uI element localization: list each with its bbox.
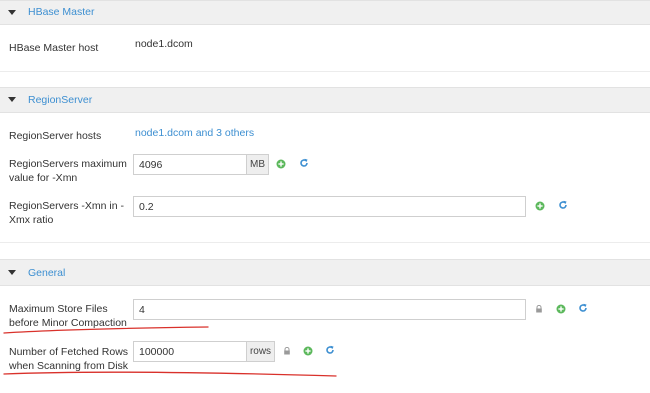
fetched-rows-unit-addon: rows xyxy=(247,341,275,362)
hbase-master-host-label: HBase Master host xyxy=(9,42,99,54)
lock-icon xyxy=(536,305,542,313)
hbase-master-header[interactable]: HBase Master xyxy=(0,0,650,25)
plus-circle-icon[interactable] xyxy=(535,201,545,211)
plus-circle-icon[interactable] xyxy=(303,346,313,356)
hbase-master-title: HBase Master xyxy=(28,6,95,18)
regionserver-xmn-label: RegionServers maximum value for -Xmn xyxy=(9,157,127,185)
label-line: RegionServers -Xmn in - xyxy=(9,200,124,212)
general-header[interactable]: General xyxy=(0,259,650,286)
divider xyxy=(0,242,650,243)
label-line: Maximum Store Files xyxy=(9,303,108,315)
regionserver-title: RegionServer xyxy=(28,94,93,106)
undo-icon[interactable] xyxy=(299,158,309,168)
divider xyxy=(0,71,650,72)
caret-down-icon xyxy=(8,97,16,102)
regionserver-hosts-label: RegionServer hosts xyxy=(9,130,102,142)
regionserver-ratio-input[interactable] xyxy=(133,196,526,217)
label-line: value for -Xmn xyxy=(9,172,78,184)
fetched-rows-input[interactable] xyxy=(133,341,247,362)
general-title: General xyxy=(28,267,66,279)
fetched-rows-label: Number of Fetched Rows when Scanning fro… xyxy=(9,345,128,373)
label-line: Number of Fetched Rows xyxy=(9,346,129,358)
store-files-label: Maximum Store Files before Minor Compact… xyxy=(9,302,127,330)
plus-circle-icon[interactable] xyxy=(556,304,566,314)
caret-down-icon xyxy=(8,10,16,15)
regionserver-ratio-label: RegionServers -Xmn in - Xmx ratio xyxy=(9,199,124,227)
label-line: RegionServers maximum xyxy=(9,158,127,170)
caret-down-icon xyxy=(8,270,16,275)
xmn-unit-addon: MB xyxy=(247,154,269,175)
undo-icon[interactable] xyxy=(325,345,335,355)
lock-icon xyxy=(284,347,290,355)
regionserver-header[interactable]: RegionServer xyxy=(0,87,650,113)
regionserver-hosts-link[interactable]: node1.dcom and 3 others xyxy=(135,127,254,139)
store-files-input[interactable] xyxy=(133,299,526,320)
plus-circle-icon[interactable] xyxy=(276,159,286,169)
regionserver-xmn-input[interactable] xyxy=(133,154,247,175)
label-line: before Minor Compaction xyxy=(9,317,127,329)
label-line: Xmx ratio xyxy=(9,214,54,226)
hbase-master-host-value: node1.dcom xyxy=(135,38,193,50)
undo-icon[interactable] xyxy=(558,200,568,210)
label-line: when Scanning from Disk xyxy=(9,360,129,372)
undo-icon[interactable] xyxy=(578,303,588,313)
